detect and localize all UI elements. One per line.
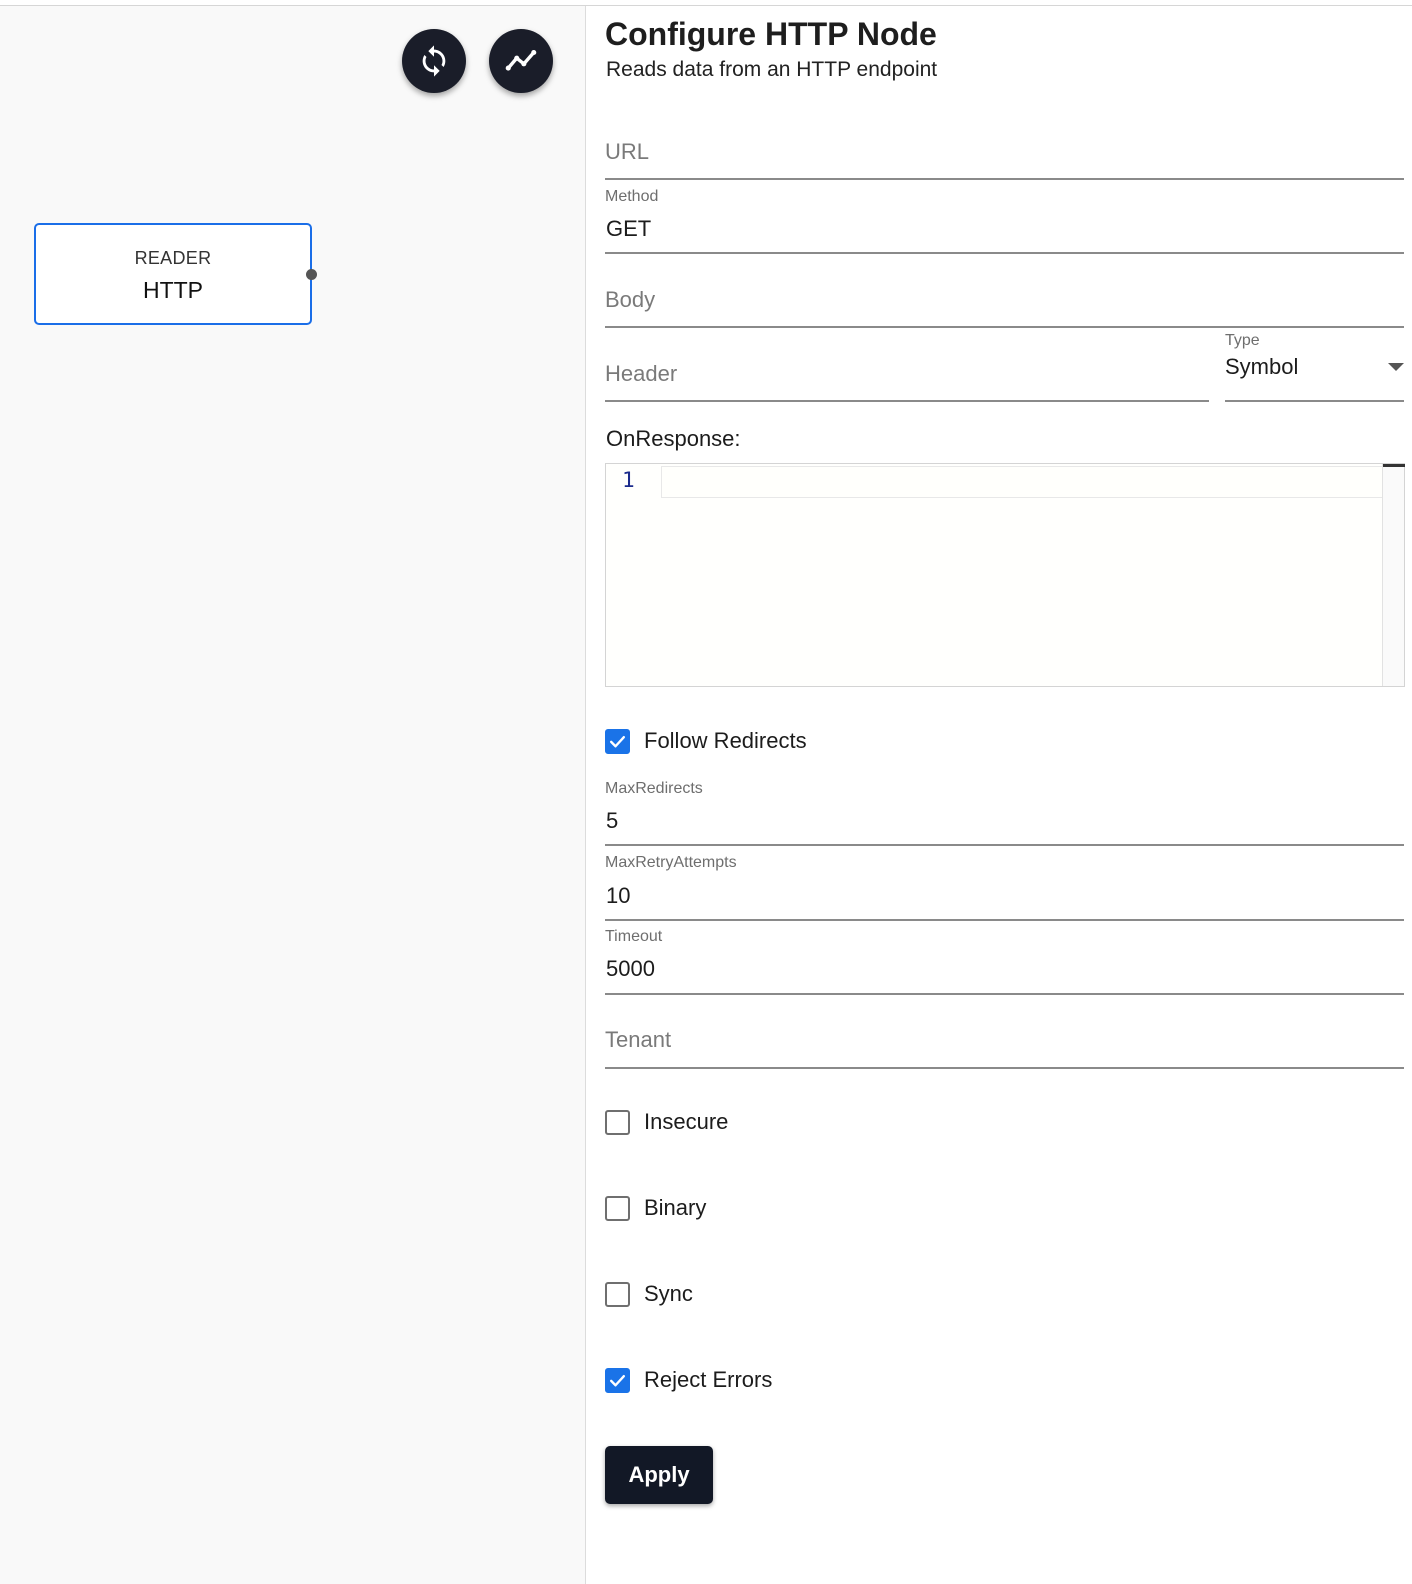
sync-checkbox[interactable]: Sync	[605, 1279, 693, 1309]
url-input[interactable]: URL	[605, 124, 1404, 180]
refresh-icon	[422, 45, 446, 77]
checkbox-checked-icon	[605, 728, 630, 754]
max-redirects-label: MaxRedirects	[605, 780, 703, 797]
header-placeholder: Header	[605, 361, 678, 386]
checkbox-unchecked-icon	[605, 1195, 630, 1221]
on-response-editor[interactable]: 1	[605, 463, 1405, 687]
apply-button[interactable]: Apply	[605, 1446, 713, 1504]
insecure-label: Insecure	[644, 1109, 729, 1134]
node-name-label: HTTP	[142, 277, 204, 303]
max-redirects-field[interactable]: MaxRedirects 5	[605, 774, 1404, 846]
flow-canvas[interactable]: READER HTTP	[0, 6, 586, 1584]
timeout-label: Timeout	[605, 928, 663, 945]
reject-errors-label: Reject Errors	[644, 1367, 773, 1392]
method-field[interactable]: Method GET	[605, 182, 1404, 254]
checkbox-checked-icon	[605, 1367, 630, 1393]
page-title: Configure HTTP Node	[605, 16, 937, 52]
checkbox-unchecked-icon	[605, 1109, 630, 1135]
url-placeholder: URL	[605, 139, 650, 164]
checkbox-unchecked-icon	[605, 1281, 630, 1307]
type-select[interactable]: Type Symbol	[1225, 332, 1404, 402]
sync-label: Sync	[644, 1281, 693, 1306]
reject-errors-checkbox[interactable]: Reject Errors	[605, 1365, 772, 1395]
binary-checkbox[interactable]: Binary	[605, 1193, 706, 1223]
body-placeholder: Body	[605, 287, 656, 312]
tenant-placeholder: Tenant	[605, 1027, 672, 1052]
insecure-checkbox[interactable]: Insecure	[605, 1107, 728, 1137]
type-value: Symbol	[1225, 354, 1299, 379]
type-label: Type	[1225, 332, 1260, 349]
max-retry-attempts-label: MaxRetryAttempts	[605, 854, 737, 871]
method-label: Method	[605, 188, 659, 205]
tenant-input[interactable]: Tenant	[605, 1012, 1404, 1069]
code-line[interactable]	[661, 466, 1391, 498]
follow-redirects-checkbox[interactable]: Follow Redirects	[605, 726, 807, 756]
chevron-down-icon	[1388, 363, 1404, 371]
max-retry-attempts-field[interactable]: MaxRetryAttempts 10	[605, 848, 1404, 921]
method-value: GET	[606, 216, 652, 241]
max-retry-attempts-value: 10	[606, 883, 631, 908]
page-subtitle: Reads data from an HTTP endpoint	[606, 58, 938, 81]
chart-button[interactable]	[489, 29, 553, 93]
follow-redirects-label: Follow Redirects	[644, 728, 807, 753]
on-response-label: OnResponse:	[606, 426, 741, 451]
node-type-label: READER	[134, 248, 212, 268]
timeout-field[interactable]: Timeout 5000	[605, 923, 1404, 995]
max-redirects-value: 5	[606, 808, 619, 833]
binary-label: Binary	[644, 1195, 707, 1220]
body-input[interactable]: Body	[605, 272, 1404, 328]
refresh-button[interactable]	[402, 29, 466, 93]
editor-scrollbar[interactable]	[1382, 464, 1405, 686]
header-input[interactable]: Header	[605, 346, 1209, 402]
output-port[interactable]	[306, 269, 317, 280]
reader-http-node[interactable]: READER HTTP	[34, 223, 317, 325]
timeout-value: 5000	[606, 956, 655, 981]
trend-line-icon	[505, 49, 537, 71]
line-number: 1	[622, 468, 635, 492]
